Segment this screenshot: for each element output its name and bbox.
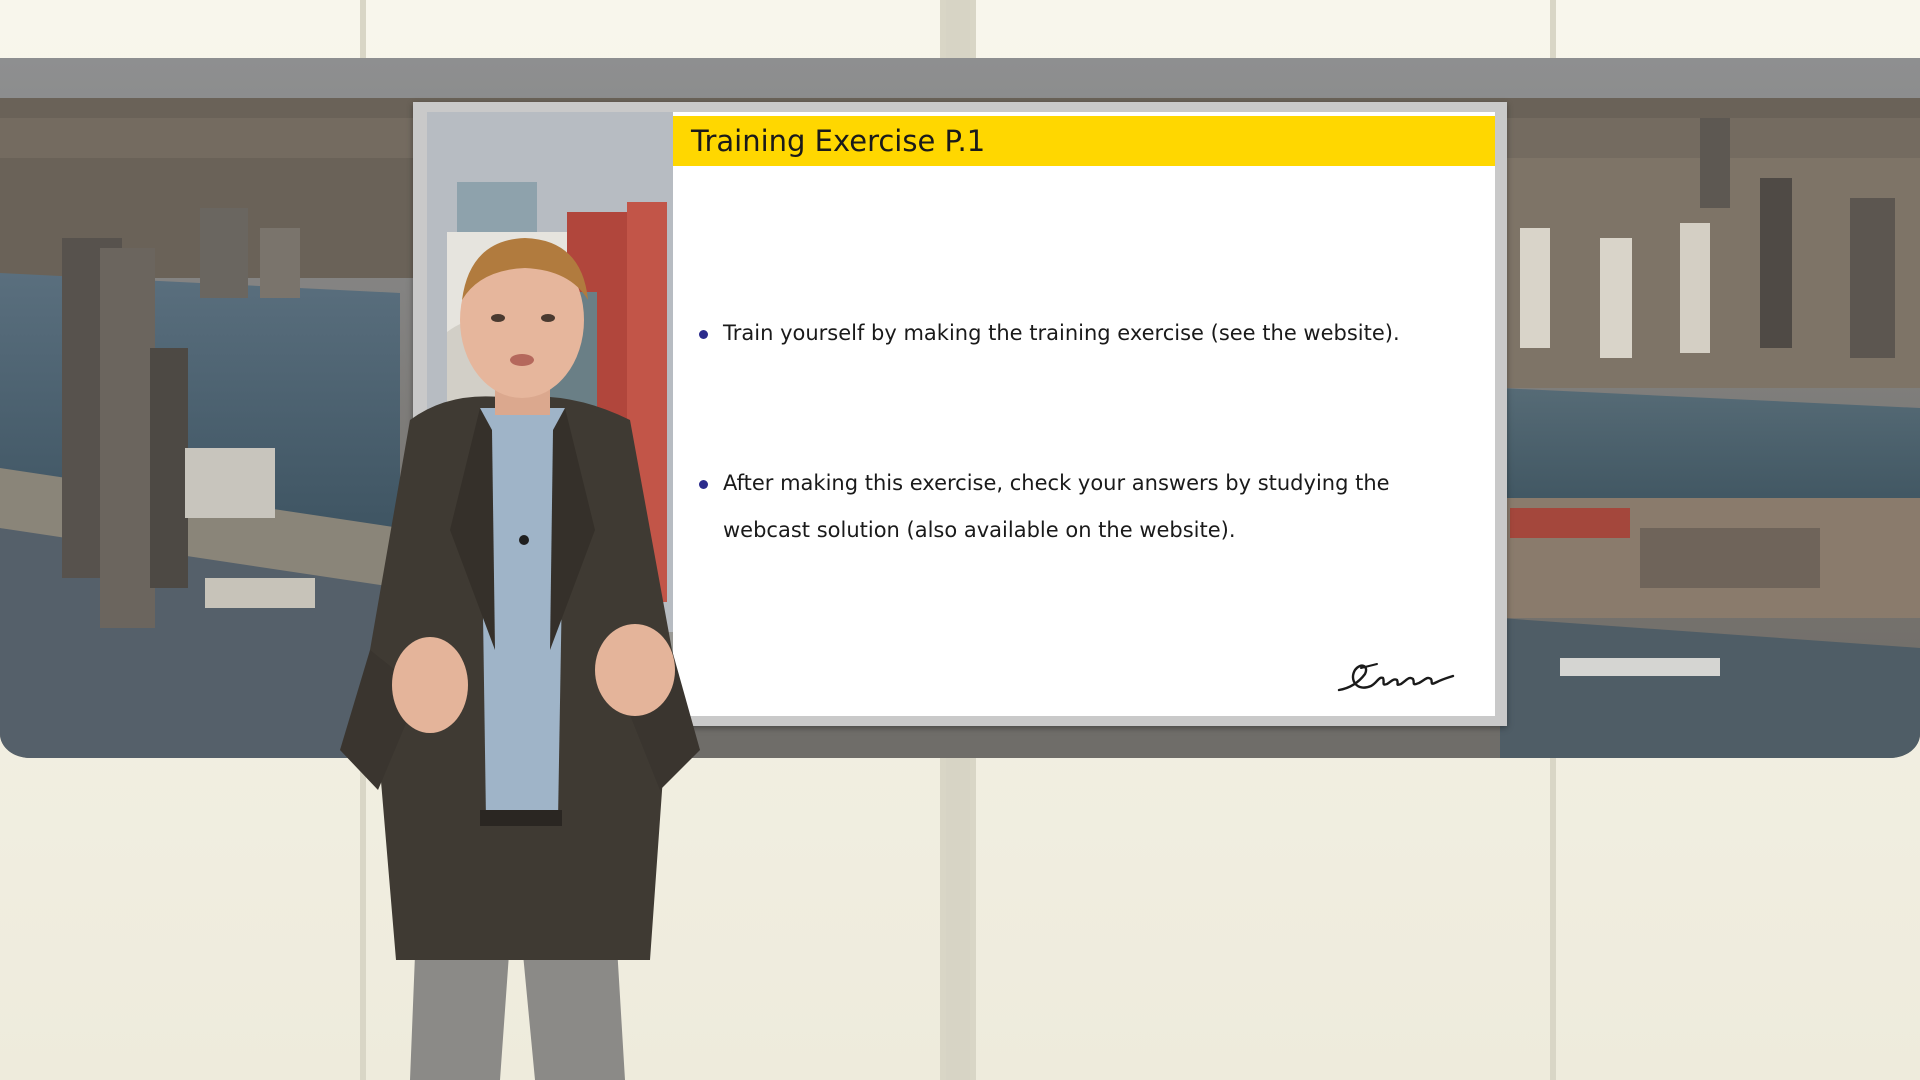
presenter [300,230,740,1080]
slide-bullet-text: Train yourself by making the training ex… [723,321,1400,345]
slide-bullet-text: After making this exercise, check your a… [723,471,1390,542]
slide-title-bar: Training Exercise P.1 [673,116,1495,166]
slide-title: Training Exercise P.1 [691,124,986,158]
slide-bullet: Train yourself by making the training ex… [699,310,1463,357]
video-frame: Training Exercise P.1 Train yourself by … [0,0,1920,1080]
slide-bullet: After making this exercise, check your a… [699,460,1463,554]
slide-content-area: Training Exercise P.1 Train yourself by … [673,112,1495,716]
erasmus-signature-logo-icon [1337,663,1455,692]
